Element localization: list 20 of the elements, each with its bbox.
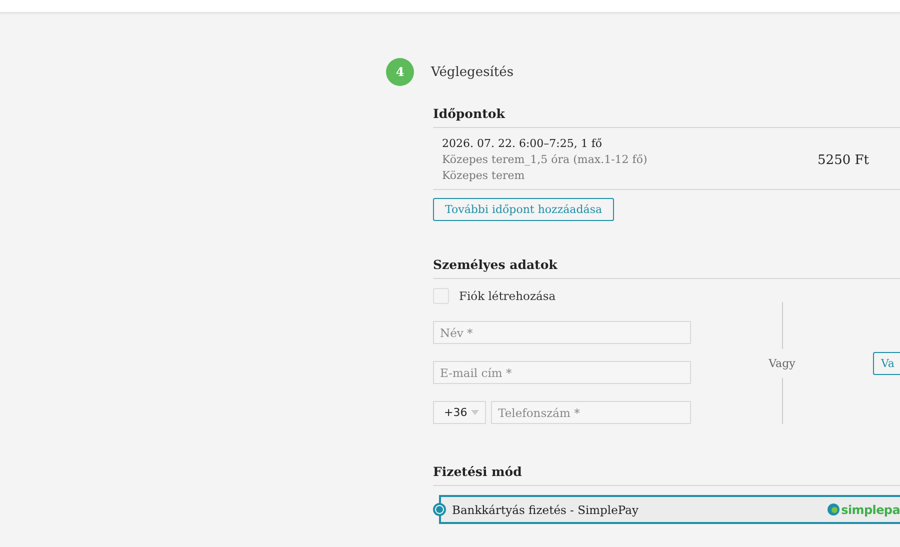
radio-button[interactable] — [433, 503, 446, 516]
name-field[interactable]: Név * — [433, 321, 691, 344]
step-title: Véglegesítés — [431, 64, 514, 80]
appointment-title: 2026. 07. 22. 6:00–7:25, 1 fő — [442, 137, 604, 151]
price: 5250 Ft — [818, 152, 869, 168]
country-code-select[interactable]: +36 — [433, 401, 486, 424]
checkbox-label: Fiók létrehozása — [459, 289, 556, 303]
payment-logo: simplepa — [827, 502, 900, 516]
appointment-detail: Közepes terem — [442, 169, 526, 183]
phone-field[interactable]: Telefonszám * — [491, 401, 691, 424]
step-number: 4 — [386, 58, 414, 86]
logo-icon — [827, 503, 840, 516]
section-heading: Időpontok — [433, 106, 506, 121]
separator-label: Vagy — [768, 356, 796, 372]
payment-option[interactable]: Bankkártyás fizetés - SimplePay simplepa — [439, 495, 900, 524]
appointment-detail: Közepes terem_1,5 óra (max.1-12 fő) — [442, 153, 648, 167]
section-heading: Személyes adatok — [433, 257, 558, 272]
section-heading: Fizetési mód — [433, 464, 523, 479]
caret-icon — [471, 410, 480, 415]
email-field[interactable]: E-mail cím * — [433, 361, 691, 384]
